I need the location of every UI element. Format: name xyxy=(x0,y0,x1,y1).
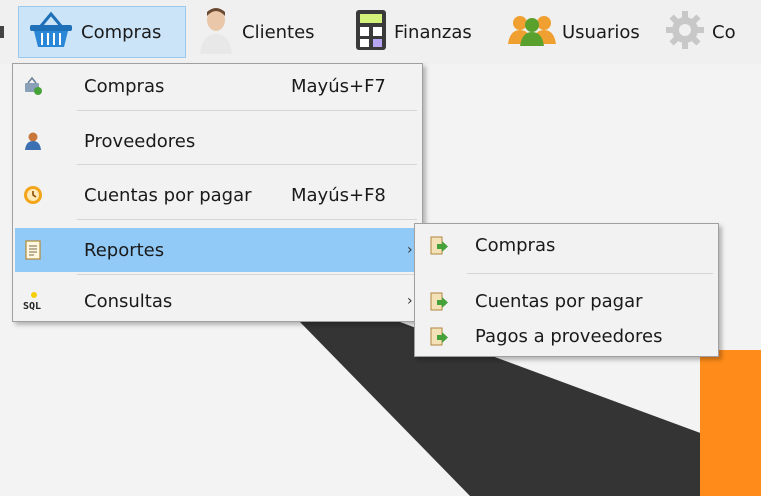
menu-item-reportes[interactable]: Reportes › xyxy=(15,228,420,272)
users-icon xyxy=(508,14,556,51)
menu-compras-label: Compras xyxy=(81,21,162,43)
basket-icon xyxy=(27,10,75,55)
menu-item-cuentas-por-pagar[interactable]: Cuentas por pagar Mayús+F8 xyxy=(15,173,420,217)
menu-item-proveedores-label: Proveedores xyxy=(84,130,196,152)
menu-item-consultas-label: Consultas xyxy=(84,290,173,312)
supplier-icon xyxy=(23,131,43,151)
menu-item-cuentas-por-pagar-label: Cuentas por pagar xyxy=(84,184,252,206)
compras-dropdown-menu: Compras Mayús+F7 Proveedores Cuentas por… xyxy=(12,63,423,322)
menu-finanzas-label: Finanzas xyxy=(394,21,472,43)
report-icon xyxy=(23,240,43,260)
menu-compras[interactable]: Compras xyxy=(18,6,186,58)
reportes-submenu: Compras Cuentas por pagar Pagos a provee… xyxy=(414,223,719,357)
sql-icon-text: SQL xyxy=(23,301,41,311)
menu-separator xyxy=(77,274,417,275)
menu-separator xyxy=(77,164,417,165)
menu-item-cuentas-por-pagar-shortcut: Mayús+F8 xyxy=(291,184,386,206)
menu-clientes[interactable]: Clientes xyxy=(196,6,348,58)
menu-usuarios[interactable]: Usuarios xyxy=(508,6,658,58)
menubar-edge-fragment xyxy=(0,26,4,38)
submenu-arrow-icon: › xyxy=(407,293,413,309)
menu-bar: Compras Clientes Finanzas Usuarios Co xyxy=(0,0,761,64)
submenu-item-pagos-a-proveedores-label: Pagos a proveedores xyxy=(475,326,663,347)
menu-item-compras[interactable]: Compras Mayús+F7 xyxy=(15,64,420,108)
submenu-item-cuentas-por-pagar[interactable]: Cuentas por pagar xyxy=(417,284,716,320)
menu-item-consultas[interactable]: SQL Consultas › xyxy=(15,279,420,323)
gear-icon xyxy=(664,9,706,56)
menu-configuracion-label: Co xyxy=(712,21,736,43)
clock-icon xyxy=(23,185,43,205)
menu-configuracion[interactable]: Co xyxy=(664,6,761,58)
submenu-item-cuentas-por-pagar-label: Cuentas por pagar xyxy=(475,291,643,312)
calculator-icon xyxy=(354,8,388,57)
report-export-icon xyxy=(429,236,449,256)
menu-separator xyxy=(467,273,713,274)
submenu-item-compras[interactable]: Compras xyxy=(417,228,716,264)
menu-separator xyxy=(77,219,417,220)
report-export-icon xyxy=(429,292,449,312)
menu-finanzas[interactable]: Finanzas xyxy=(354,6,504,58)
menu-item-compras-label: Compras xyxy=(84,75,165,97)
menu-separator xyxy=(77,110,417,111)
submenu-item-compras-label: Compras xyxy=(475,235,556,256)
submenu-item-pagos-a-proveedores[interactable]: Pagos a proveedores xyxy=(417,319,716,355)
menu-usuarios-label: Usuarios xyxy=(562,21,640,43)
menu-item-reportes-label: Reportes xyxy=(84,239,165,261)
background-orange-block xyxy=(700,350,761,496)
submenu-arrow-icon: › xyxy=(407,242,413,258)
person-icon xyxy=(196,6,236,59)
report-export-icon xyxy=(429,327,449,347)
menu-clientes-label: Clientes xyxy=(242,21,315,43)
sql-icon: SQL xyxy=(23,291,43,312)
menu-item-proveedores[interactable]: Proveedores xyxy=(15,119,420,163)
menu-item-compras-shortcut: Mayús+F7 xyxy=(291,75,386,97)
purchase-icon xyxy=(23,76,43,96)
